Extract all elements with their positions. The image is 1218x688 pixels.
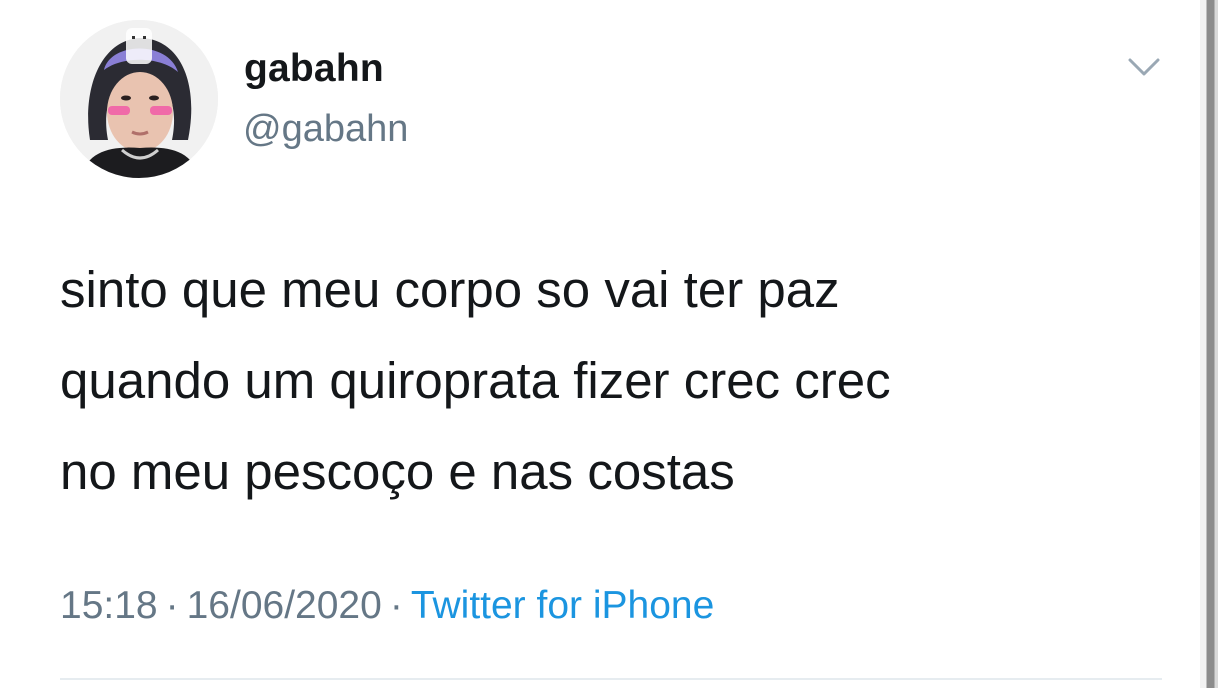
- avatar[interactable]: [60, 20, 218, 178]
- chevron-down-icon[interactable]: [1122, 52, 1166, 82]
- tweet-card: gabahn @gabahn sinto que meu corpo so va…: [0, 0, 1200, 688]
- tweet-text-line: sinto que meu corpo so vai ter paz: [60, 261, 840, 318]
- divider: [60, 678, 1162, 680]
- tweet-text-line: quando um quiroprata fizer crec crec: [60, 352, 891, 409]
- meta-separator: ·: [165, 584, 179, 627]
- scrollbar[interactable]: [1200, 0, 1218, 688]
- tweet-meta: 15:18 · 16/06/2020 · Twitter for iPhone: [60, 584, 714, 628]
- tweet-text: sinto que meu corpo so vai ter paz quand…: [60, 244, 1170, 517]
- meta-separator: ·: [389, 584, 403, 627]
- author-handle[interactable]: @gabahn: [243, 108, 408, 151]
- author-display-name[interactable]: gabahn: [244, 47, 384, 91]
- tweet-time[interactable]: 15:18: [60, 584, 158, 627]
- tweet-text-line: no meu pescoço e nas costas: [60, 443, 735, 500]
- tweet-date[interactable]: 16/06/2020: [187, 584, 382, 627]
- avatar-image: [60, 20, 218, 178]
- tweet-source-link[interactable]: Twitter for iPhone: [411, 584, 714, 627]
